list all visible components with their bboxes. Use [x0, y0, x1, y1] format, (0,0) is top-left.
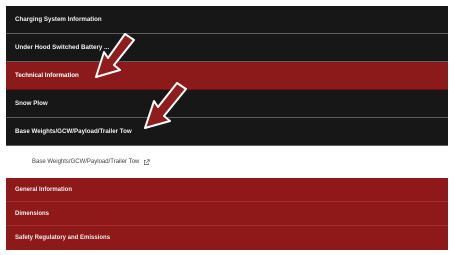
- section-safety-regulatory-and-emissions[interactable]: Safety Regulatory and Emissions: [6, 226, 448, 250]
- menu-item-technical-information[interactable]: Technical Information: [6, 62, 448, 90]
- external-link-icon: [143, 158, 150, 166]
- menu-item-label: Base Weights/GCW/Payload/Trailer Tow: [15, 128, 132, 135]
- menu-item-base-weights[interactable]: Base Weights/GCW/Payload/Trailer Tow: [6, 118, 448, 146]
- menu-item-label: Technical Information: [15, 72, 79, 79]
- section-general-information[interactable]: General Information: [6, 178, 448, 202]
- guide-screenshot: Charging System Information Under Hood S…: [6, 6, 448, 250]
- base-weights-external-link[interactable]: Base Weights/GCW/Payload/Trailer Tow: [32, 156, 150, 168]
- section-list: General Information Dimensions Safety Re…: [6, 178, 448, 250]
- menu-item-under-hood-switched-battery[interactable]: Under Hood Switched Battery ...: [6, 34, 448, 62]
- section-dimensions[interactable]: Dimensions: [6, 202, 448, 226]
- section-label: Safety Regulatory and Emissions: [15, 235, 111, 241]
- submenu-link-row: Base Weights/GCW/Payload/Trailer Tow: [6, 146, 448, 178]
- menu-item-charging-system-information[interactable]: Charging System Information: [6, 6, 448, 34]
- submenu-link-label: Base Weights/GCW/Payload/Trailer Tow: [32, 159, 140, 165]
- menu-item-label: Charging System Information: [15, 16, 102, 23]
- menu-item-label: Snow Plow: [15, 100, 48, 107]
- section-label: Dimensions: [15, 211, 50, 217]
- section-label: General Information: [15, 187, 73, 193]
- menu-item-snow-plow[interactable]: Snow Plow: [6, 90, 448, 118]
- menu-item-label: Under Hood Switched Battery ...: [15, 44, 110, 51]
- navigation-menu: Charging System Information Under Hood S…: [6, 6, 448, 147]
